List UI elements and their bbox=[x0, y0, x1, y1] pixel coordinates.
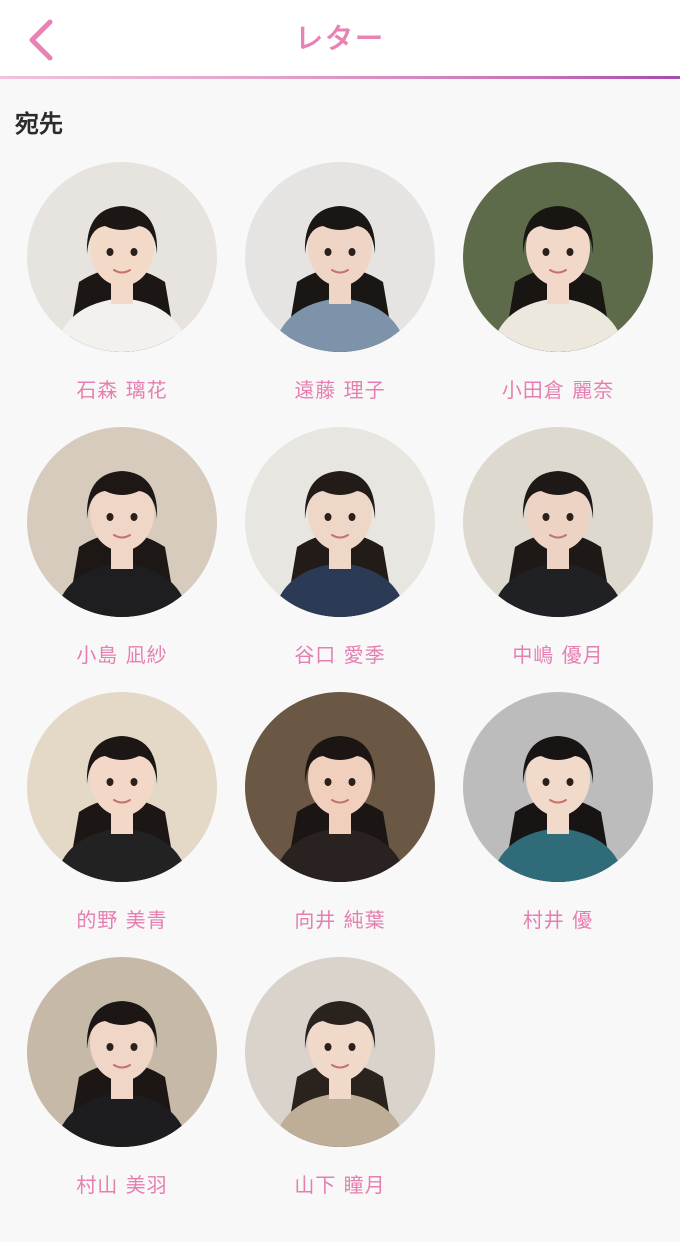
recipient-avatar[interactable] bbox=[27, 957, 217, 1147]
recipient-name: 中嶋 優月 bbox=[512, 643, 604, 667]
recipient-name: 的野 美青 bbox=[76, 908, 168, 932]
recipient-card[interactable]: 小田倉 麗奈 bbox=[449, 162, 667, 422]
recipient-card[interactable]: 村山 美羽 bbox=[13, 957, 231, 1217]
recipient-name: 村山 美羽 bbox=[76, 1173, 168, 1197]
recipient-card[interactable]: 山下 瞳月 bbox=[231, 957, 449, 1217]
recipient-avatar[interactable] bbox=[463, 692, 653, 882]
recipient-name: 小田倉 麗奈 bbox=[501, 378, 615, 402]
recipient-card[interactable]: 石森 璃花 bbox=[13, 162, 231, 422]
recipient-card[interactable]: 的野 美青 bbox=[13, 692, 231, 952]
recipient-name: 向井 純葉 bbox=[294, 908, 386, 932]
recipient-card[interactable]: 遠藤 理子 bbox=[231, 162, 449, 422]
recipient-name: 遠藤 理子 bbox=[294, 378, 386, 402]
recipient-name: 小島 凪紗 bbox=[76, 643, 168, 667]
recipient-avatar[interactable] bbox=[463, 162, 653, 352]
recipient-avatar[interactable] bbox=[27, 692, 217, 882]
recipient-avatar[interactable] bbox=[27, 427, 217, 617]
recipient-avatar[interactable] bbox=[245, 957, 435, 1147]
recipient-card[interactable]: 小島 凪紗 bbox=[13, 427, 231, 687]
recipient-avatar[interactable] bbox=[245, 162, 435, 352]
recipient-avatar[interactable] bbox=[245, 692, 435, 882]
recipient-card[interactable]: 中嶋 優月 bbox=[449, 427, 667, 687]
recipient-name: 石森 璃花 bbox=[76, 378, 168, 402]
recipient-card[interactable]: 谷口 愛季 bbox=[231, 427, 449, 687]
recipient-grid: 石森 璃花 遠藤 理子 小田倉 麗奈小島 凪紗 谷口 愛季 中嶋 優月的野 美青 向井 純… bbox=[0, 0, 680, 1242]
recipient-avatar[interactable] bbox=[463, 427, 653, 617]
recipient-name: 谷口 愛季 bbox=[294, 643, 386, 667]
recipient-card[interactable]: 村井 優 bbox=[449, 692, 667, 952]
recipient-avatar[interactable] bbox=[245, 427, 435, 617]
recipient-name: 山下 瞳月 bbox=[294, 1173, 386, 1197]
recipient-card[interactable]: 向井 純葉 bbox=[231, 692, 449, 952]
recipient-name: 村井 優 bbox=[522, 908, 594, 932]
recipient-avatar[interactable] bbox=[27, 162, 217, 352]
